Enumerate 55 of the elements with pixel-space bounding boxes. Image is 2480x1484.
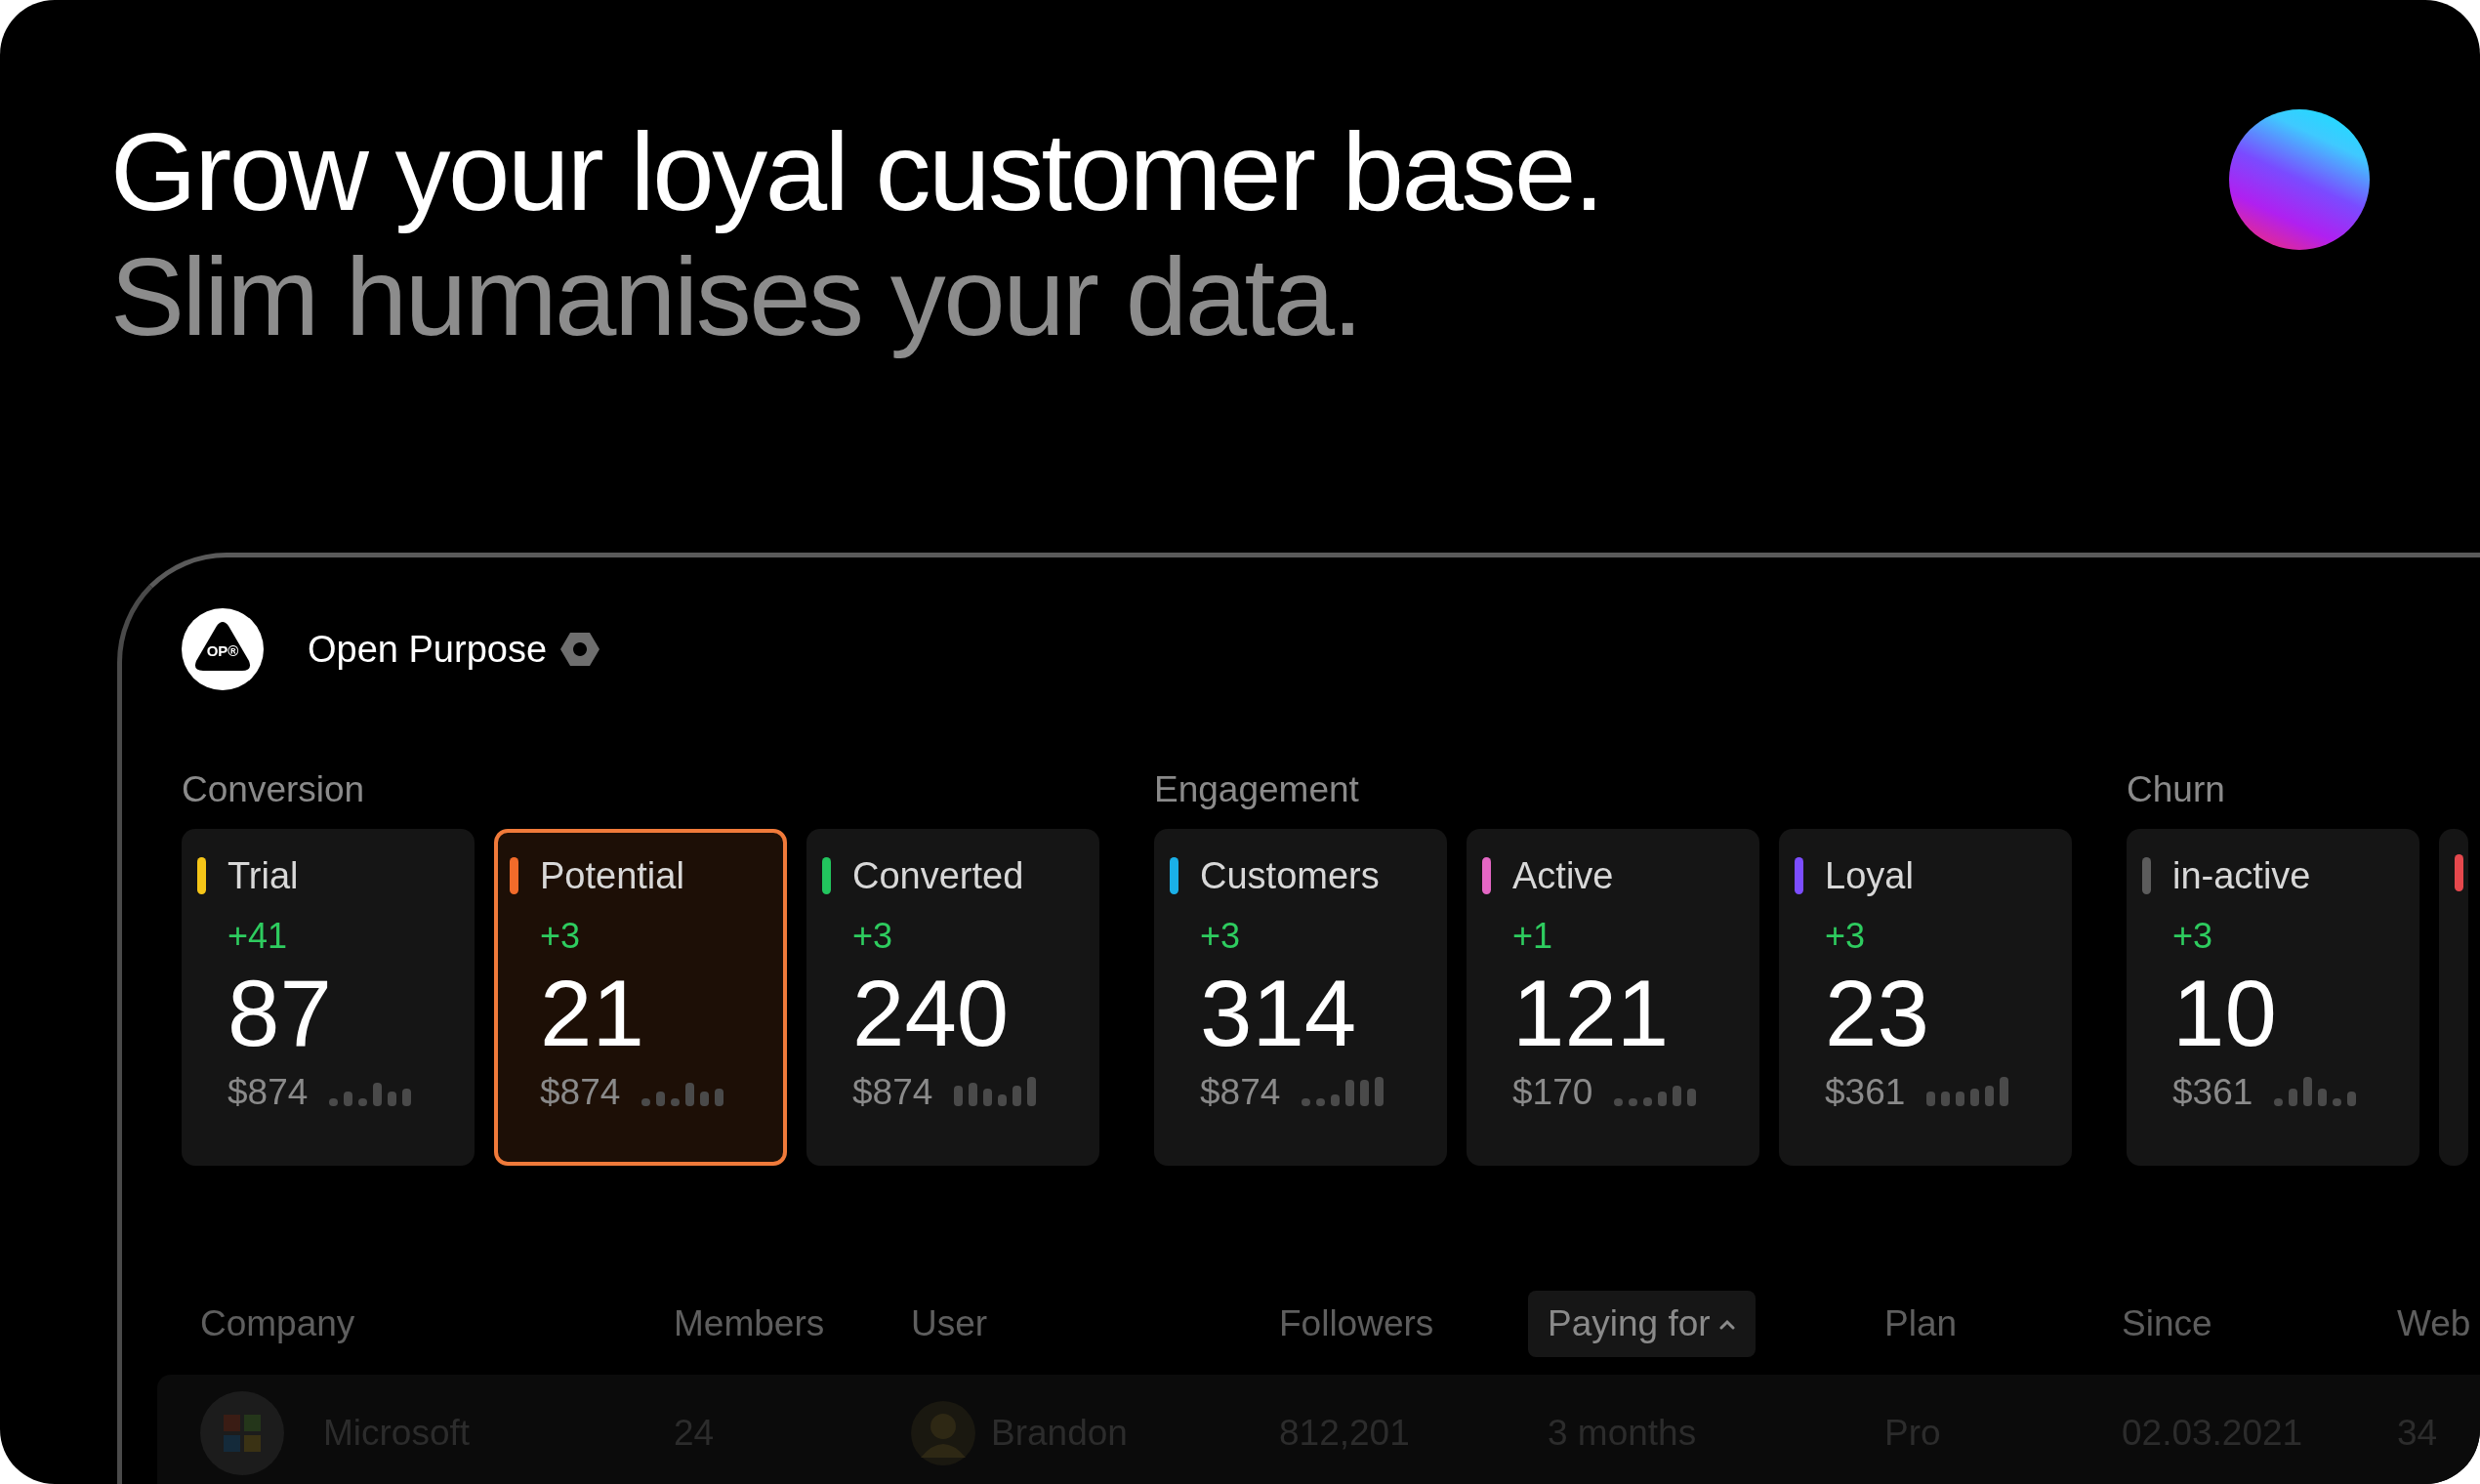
amount-value: $874 [1200, 1071, 1281, 1114]
card-label: Potential [540, 854, 684, 897]
count-value: 240 [852, 960, 1011, 1067]
delta-value: +41 [227, 915, 289, 958]
column-header[interactable]: Followers [1279, 1297, 1528, 1351]
card-label: in-active [2172, 854, 2311, 897]
stat-card[interactable]: in-active +3 10 $361 [2127, 829, 2419, 1166]
logo-text: OP® [205, 643, 240, 659]
group-title: Conversion [182, 768, 366, 811]
group-title: Engagement [1154, 768, 1360, 811]
stat-card[interactable]: Converted +3 240 $874 [806, 829, 1099, 1166]
delta-value: +3 [852, 915, 894, 958]
headline: Grow your loyal customer base. [110, 109, 1602, 234]
delta-value: +1 [1512, 915, 1554, 958]
amount-value: $874 [227, 1071, 309, 1114]
column-header[interactable]: Company [200, 1297, 674, 1351]
column-header[interactable]: Web [2397, 1297, 2480, 1351]
avatar-icon [911, 1401, 975, 1465]
count-value: 314 [1200, 960, 1358, 1067]
subheadline: Slim humanises your data. [110, 234, 1362, 359]
amount-value: $874 [540, 1071, 621, 1114]
count-value: 23 [1825, 960, 1930, 1067]
delta-value: +3 [1200, 915, 1242, 958]
card-label: Customers [1200, 854, 1380, 897]
sort-header[interactable]: Paying for [1528, 1291, 1756, 1357]
amount-value: $874 [852, 1071, 933, 1114]
delta-value: +3 [540, 915, 582, 958]
card-label: Converted [852, 854, 1024, 897]
count-value: 121 [1512, 960, 1671, 1067]
workspace-name: Open Purpose [308, 627, 548, 672]
card-label: Trial [227, 854, 299, 897]
column-header[interactable]: Since [2122, 1297, 2397, 1351]
card-label: Loyal [1825, 854, 1914, 897]
column-header[interactable]: Members [674, 1297, 911, 1351]
company-logo-icon [200, 1391, 284, 1475]
amount-value: $170 [1512, 1071, 1593, 1114]
group-title: Churn [2127, 768, 2226, 811]
column-header[interactable]: User [911, 1297, 1279, 1351]
stat-card[interactable]: Potential +3 21 $874 [494, 829, 787, 1166]
stat-card[interactable]: Loyal +3 23 $361 [1779, 829, 2072, 1166]
hexagon-icon[interactable] [560, 630, 600, 669]
count-value: 87 [227, 960, 333, 1067]
count-value: 10 [2172, 960, 2278, 1067]
delta-value: +3 [1825, 915, 1867, 958]
caret-up-icon [1717, 1317, 1736, 1330]
stat-card[interactable]: Trial +41 87 $874 [182, 829, 475, 1166]
amount-value: $361 [1825, 1071, 1906, 1114]
amount-value: $361 [2172, 1071, 2253, 1114]
card-label: Active [1512, 854, 1614, 897]
count-value: 21 [540, 960, 645, 1067]
stat-card[interactable]: Customers +3 314 $874 [1154, 829, 1447, 1166]
stat-card[interactable]: Active +1 121 $170 [1467, 829, 1759, 1166]
stat-card[interactable] [2439, 829, 2468, 1166]
delta-value: +3 [2172, 915, 2214, 958]
column-header[interactable]: Plan [1884, 1297, 2122, 1351]
